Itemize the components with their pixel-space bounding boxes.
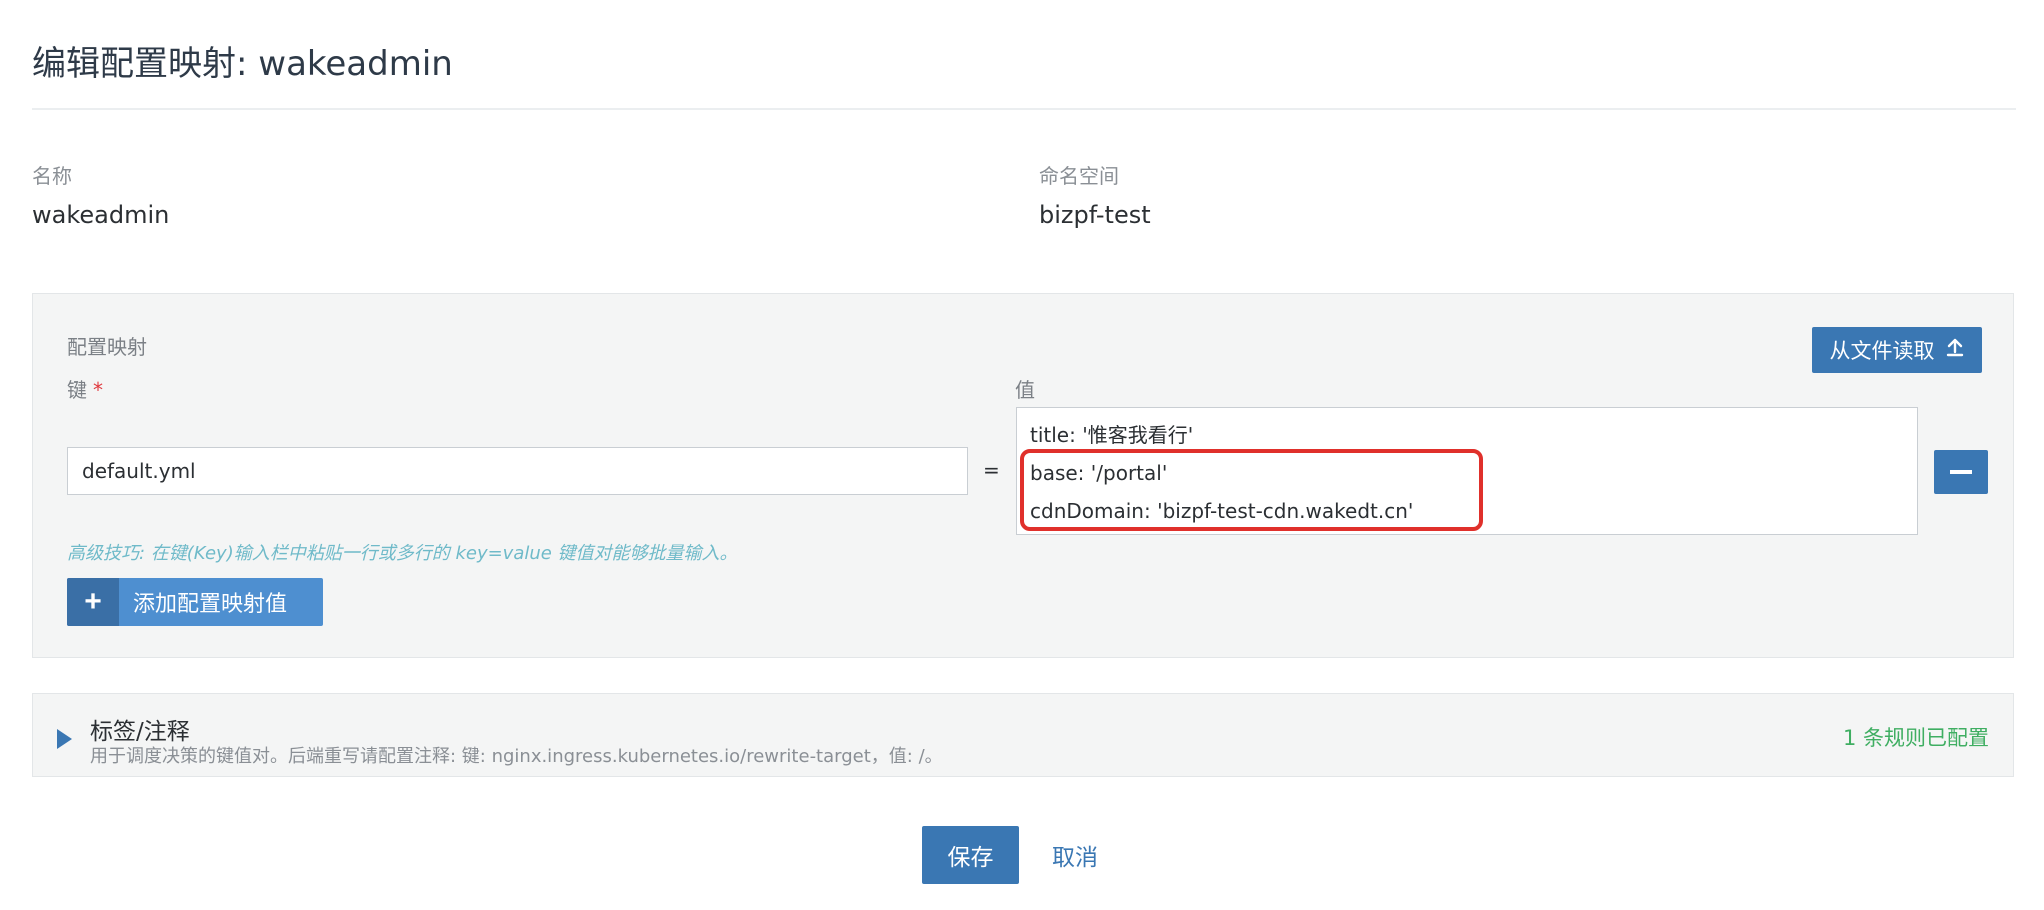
value-line: cdnDomain: 'bizpf-test-cdn.wakedt.cn' — [1030, 499, 1414, 523]
name-label: 名称 — [32, 164, 72, 188]
upload-icon — [1945, 338, 1965, 363]
value-line: title: '惟客我看行' — [1030, 423, 1194, 447]
labels-annotations-section[interactable]: 标签/注释 用于调度决策的键值对。后端重写请配置注释: 键: nginx.ing… — [32, 693, 2014, 777]
required-mark: * — [93, 378, 103, 402]
value-textarea[interactable]: title: '惟客我看行' base: '/portal' cdnDomain… — [1016, 407, 1918, 535]
value-line: base: '/portal' — [1030, 461, 1168, 485]
triangle-right-icon[interactable] — [57, 729, 72, 749]
plus-icon: + — [67, 578, 119, 626]
minus-icon — [1950, 470, 1972, 474]
rules-count-badge: 1 条规则已配置 — [1842, 726, 1989, 750]
edit-configmap-page: 编辑配置映射: wakeadmin 名称 wakeadmin 命名空间 bizp… — [0, 0, 2044, 910]
equals-sign: = — [983, 458, 1000, 482]
key-label: 键 * — [67, 374, 103, 403]
remove-entry-button[interactable] — [1934, 450, 1988, 494]
read-from-file-label: 从文件读取 — [1829, 339, 1935, 363]
name-value: wakeadmin — [32, 201, 170, 229]
key-input[interactable] — [67, 447, 968, 495]
page-title: 编辑配置映射: wakeadmin — [32, 44, 453, 84]
configmap-panel: 配置映射 从文件读取 键* 值 = title: '惟客我看行' base: '… — [32, 293, 2014, 658]
value-label: 值 — [1015, 378, 1035, 402]
read-from-file-button[interactable]: 从文件读取 — [1812, 327, 1982, 373]
add-configmap-value-button[interactable]: + 添加配置映射值 — [67, 578, 323, 626]
configmap-heading: 配置映射 — [67, 335, 147, 359]
save-button[interactable]: 保存 — [922, 826, 1019, 884]
title-divider — [32, 108, 2016, 110]
key-label-text: 键 — [67, 378, 87, 402]
namespace-label: 命名空间 — [1039, 164, 1119, 188]
batch-input-tip: 高级技巧: 在键(Key)输入栏中粘贴一行或多行的 key=value 键值对能… — [67, 543, 738, 564]
labels-description: 用于调度决策的键值对。后端重写请配置注释: 键: nginx.ingress.k… — [90, 746, 943, 767]
cancel-link[interactable]: 取消 — [1052, 838, 1098, 872]
labels-title: 标签/注释 — [90, 719, 190, 745]
add-configmap-value-label: 添加配置映射值 — [133, 592, 288, 617]
namespace-value: bizpf-test — [1039, 201, 1151, 229]
